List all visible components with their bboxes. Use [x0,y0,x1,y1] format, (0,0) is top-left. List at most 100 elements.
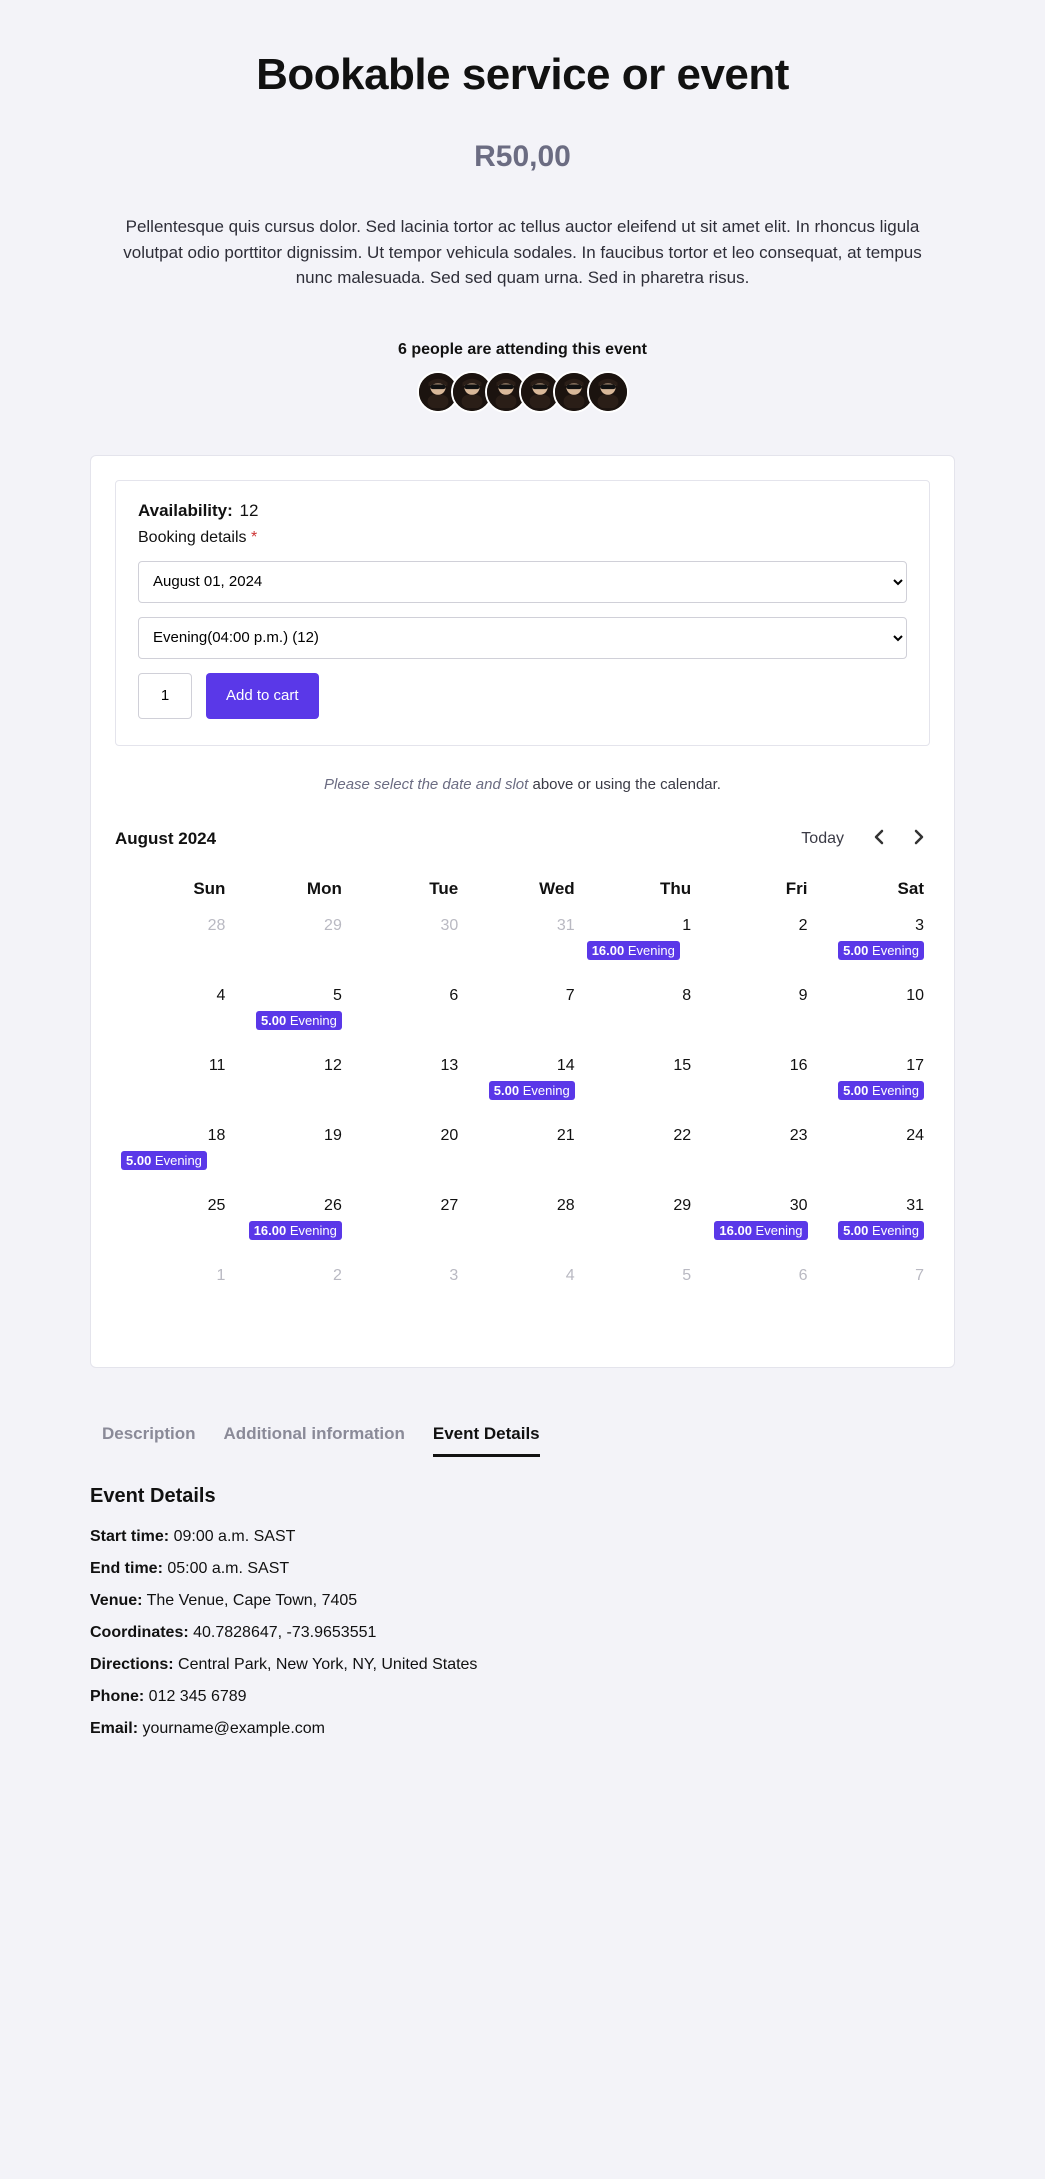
calendar-day-number: 5 [587,1267,691,1285]
calendar-slot[interactable]: 5.00 Evening [256,1011,342,1030]
calendar-day-number: 28 [470,1197,574,1215]
calendar-day-number: 6 [354,987,458,1005]
calendar-cell[interactable]: 27 [348,1191,464,1261]
calendar-cell: 6 [697,1261,813,1331]
availability-value: 12 [240,501,259,520]
calendar-slot[interactable]: 5.00 Evening [489,1081,575,1100]
phone-value: 012 345 6789 [144,1688,246,1705]
calendar-next-icon[interactable] [908,829,930,849]
calendar-slot[interactable]: 16.00 Evening [249,1221,342,1240]
calendar-slot[interactable]: 5.00 Evening [121,1151,207,1170]
calendar-cell[interactable]: 10 [814,981,930,1051]
calendar-cell[interactable]: 22 [581,1121,697,1191]
calendar-day-number: 17 [820,1057,924,1075]
calendar-prev-icon[interactable] [868,829,890,849]
calendar-cell[interactable]: 9 [697,981,813,1051]
end-time-value: 05:00 a.m. SAST [163,1560,289,1577]
calendar-cell[interactable]: 17 5.00 Evening [814,1051,930,1121]
calendar-day-number: 16 [703,1057,807,1075]
date-select[interactable]: August 01, 2024 [138,561,907,603]
calendar-cell[interactable]: 12 [231,1051,347,1121]
calendar-slot[interactable]: 5.00 Evening [838,941,924,960]
calendar-cell[interactable]: 21 [464,1121,580,1191]
required-indicator: * [251,529,257,546]
calendar-cell[interactable]: 28 [464,1191,580,1261]
calendar-cell[interactable]: 20 [348,1121,464,1191]
calendar-day-number: 21 [470,1127,574,1145]
calendar-cell[interactable]: 7 [464,981,580,1051]
add-to-cart-button[interactable]: Add to cart [206,673,319,719]
calendar-cell[interactable]: 5 5.00 Evening [231,981,347,1051]
start-time-label: Start time: [90,1528,169,1545]
tab-event-details[interactable]: Event Details [433,1416,540,1457]
calendar-day-number: 26 [237,1197,341,1215]
calendar-cell[interactable]: 14 5.00 Evening [464,1051,580,1121]
quantity-input[interactable] [138,673,192,719]
calendar-today-link[interactable]: Today [801,830,844,848]
calendar-cell[interactable]: 35.00 Evening [814,911,930,981]
calendar-cell: 30 [348,911,464,981]
email-label: Email: [90,1720,138,1737]
directions-value: Central Park, New York, NY, United State… [174,1656,478,1673]
calendar-cell[interactable]: 11 [115,1051,231,1121]
calendar-day-number: 11 [121,1057,225,1075]
calendar-day-number: 27 [354,1197,458,1215]
calendar-cell[interactable]: 31 5.00 Evening [814,1191,930,1261]
calendar-slot[interactable]: 5.00 Evening [838,1081,924,1100]
calendar-cell[interactable]: 30 16.00 Evening [697,1191,813,1261]
availability-label: Availability: [138,501,233,520]
calendar-cell[interactable]: 13 [348,1051,464,1121]
calendar-day-number: 31 [820,1197,924,1215]
calendar-slot[interactable]: 16.00 Evening [587,941,680,960]
calendar-day-number: 9 [703,987,807,1005]
calendar-cell[interactable]: 15 [581,1051,697,1121]
booking-card: Availability: 12 Booking details * Augus… [90,455,955,1368]
calendar-day-number: 4 [121,987,225,1005]
coordinates-label: Coordinates: [90,1624,189,1641]
calendar-cell[interactable]: 16 [697,1051,813,1121]
calendar-day-number: 19 [237,1127,341,1145]
calendar-day-number: 14 [470,1057,574,1075]
calendar: SunMonTueWedThuFriSat 28293031116.00 Eve… [115,871,930,1331]
calendar-cell[interactable]: 25 [115,1191,231,1261]
calendar-day-number: 5 [237,987,341,1005]
calendar-day-number: 29 [587,1197,691,1215]
calendar-cell[interactable]: 116.00 Evening [581,911,697,981]
calendar-cell: 3 [348,1261,464,1331]
calendar-cell[interactable]: 19 [231,1121,347,1191]
calendar-day-header: Sat [814,871,930,911]
calendar-cell[interactable]: 6 [348,981,464,1051]
calendar-cell[interactable]: 4 [115,981,231,1051]
avatar [587,371,629,413]
calendar-cell: 28 [115,911,231,981]
calendar-day-number: 6 [703,1267,807,1285]
calendar-slot[interactable]: 5.00 Evening [838,1221,924,1240]
calendar-day-header: Sun [115,871,231,911]
calendar-cell[interactable]: 8 [581,981,697,1051]
calendar-cell[interactable]: 29 [581,1191,697,1261]
calendar-day-number: 24 [820,1127,924,1145]
calendar-cell[interactable]: 24 [814,1121,930,1191]
calendar-slot[interactable]: 16.00 Evening [714,1221,807,1240]
calendar-cell[interactable]: 23 [697,1121,813,1191]
calendar-cell[interactable]: 26 16.00 Evening [231,1191,347,1261]
calendar-day-header: Wed [464,871,580,911]
slot-select[interactable]: Evening(04:00 p.m.) (12) [138,617,907,659]
calendar-day-number: 7 [470,987,574,1005]
calendar-day-number: 28 [121,917,225,935]
calendar-cell[interactable]: 2 [697,911,813,981]
event-details-panel: Event Details Start time: 09:00 a.m. SAS… [90,1485,955,1738]
calendar-day-number: 25 [121,1197,225,1215]
start-time-value: 09:00 a.m. SAST [169,1528,295,1545]
calendar-day-number: 30 [703,1197,807,1215]
venue-value: The Venue, Cape Town, 7405 [142,1592,357,1609]
tab-additional-information[interactable]: Additional information [224,1416,405,1457]
calendar-day-header: Thu [581,871,697,911]
attending-count-text: 6 people are attending this event [90,341,955,359]
calendar-cell: 7 [814,1261,930,1331]
calendar-day-number: 20 [354,1127,458,1145]
calendar-cell[interactable]: 185.00 Evening [115,1121,231,1191]
tab-description[interactable]: Description [102,1416,196,1457]
calendar-day-header: Fri [697,871,813,911]
calendar-day-number: 2 [703,917,807,935]
